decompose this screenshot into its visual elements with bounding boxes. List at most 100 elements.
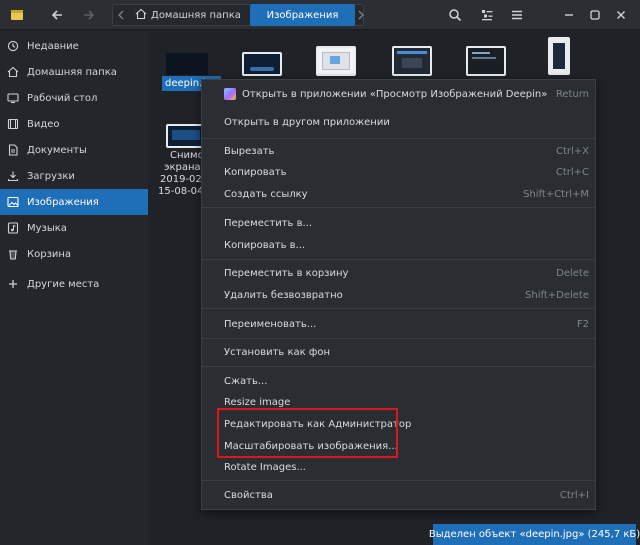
sidebar-item-label: Домашняя папка <box>27 66 117 78</box>
app-icon <box>6 4 28 26</box>
sidebar-item-recent[interactable]: Недавние <box>0 33 148 59</box>
image-icon <box>7 196 19 208</box>
file-thumbnail[interactable] <box>316 46 356 76</box>
menu-item-properties[interactable]: Свойства Ctrl+I <box>202 485 595 505</box>
close-icon[interactable] <box>610 4 632 26</box>
menu-item-open-other[interactable]: Открыть в другом приложении <box>202 112 595 132</box>
menu-item-shortcut: Ctrl+X <box>555 145 589 157</box>
title-bar: Домашняя папка Изображения <box>0 0 640 30</box>
sidebar-item-images[interactable]: Изображения <box>0 189 148 215</box>
sidebar-item-label: Видео <box>27 118 60 130</box>
minimize-icon[interactable] <box>558 4 580 26</box>
menu-item-copy-to[interactable]: Копировать в... <box>202 235 595 255</box>
status-bar: Выделен объект «deepin.jpg» (245,7 кБ) <box>429 524 640 545</box>
menu-item-move-to-trash[interactable]: Переместить в корзину Delete <box>202 263 595 283</box>
menu-item-label: Rotate Images... <box>224 461 306 473</box>
menu-item-move-to[interactable]: Переместить в... <box>202 213 595 233</box>
file-thumbnail[interactable] <box>548 37 570 75</box>
sidebar-item-documents[interactable]: Документы <box>0 137 148 163</box>
file-thumbnail[interactable] <box>242 52 282 76</box>
menu-item-label: Открыть в другом приложении <box>224 116 390 128</box>
menu-item-open-with-app[interactable]: Открыть в приложении «Просмотр Изображен… <box>202 84 595 104</box>
sidebar-item-label: Другие места <box>27 278 100 290</box>
chevron-right-icon[interactable] <box>357 5 365 25</box>
menu-item-delete-permanently[interactable]: Удалить безвозвратно Shift+Delete <box>202 285 595 305</box>
home-icon <box>7 66 19 78</box>
clock-icon <box>7 40 19 52</box>
menu-item-shortcut: Shift+Delete <box>525 289 589 301</box>
menu-icon[interactable] <box>506 4 528 26</box>
file-thumbnail[interactable] <box>166 124 206 148</box>
file-name-line: экрана <box>164 162 201 173</box>
sidebar-item-label: Документы <box>27 144 87 156</box>
back-arrow-icon[interactable] <box>46 4 68 26</box>
file-thumbnail[interactable] <box>392 46 432 76</box>
menu-item-label: Переместить в корзину <box>224 267 349 279</box>
file-thumbnail <box>166 53 208 75</box>
menu-item-rotate-images[interactable]: Rotate Images... <box>202 457 595 477</box>
menu-separator <box>202 138 595 139</box>
file-thumbnail[interactable] <box>466 46 506 76</box>
menu-item-label: Удалить безвозвратно <box>224 289 343 301</box>
breadcrumb-current[interactable]: Изображения <box>250 4 355 26</box>
sidebar-item-home[interactable]: Домашняя папка <box>0 59 148 85</box>
menu-separator <box>202 366 595 367</box>
breadcrumb: Домашняя папка Изображения <box>112 4 364 26</box>
menu-item-rename[interactable]: Переименовать... F2 <box>202 314 595 334</box>
menu-item-shortcut: Return <box>555 88 589 100</box>
menu-item-shortcut: Ctrl+C <box>555 166 589 178</box>
menu-item-label: Копировать <box>224 166 287 178</box>
sidebar-item-label: Корзина <box>27 248 72 260</box>
menu-item-label: Переименовать... <box>224 318 317 330</box>
menu-item-shortcut: F2 <box>576 318 589 330</box>
menu-separator <box>202 207 595 208</box>
sidebar-item-music[interactable]: Музыка <box>0 215 148 241</box>
sidebar-item-label: Изображения <box>27 196 99 208</box>
forward-arrow-icon[interactable] <box>78 4 100 26</box>
search-icon[interactable] <box>444 4 466 26</box>
menu-item-label: Переместить в... <box>224 217 313 229</box>
home-icon <box>135 8 147 23</box>
sidebar-item-label: Музыка <box>27 222 67 234</box>
sidebar-item-trash[interactable]: Корзина <box>0 241 148 267</box>
menu-separator <box>202 259 595 260</box>
menu-item-cut[interactable]: Вырезать Ctrl+X <box>202 141 595 161</box>
file-name-line: 2019-02- <box>160 174 206 185</box>
menu-item-label: Resize image <box>224 396 291 408</box>
menu-item-label: Сжать... <box>224 375 268 387</box>
menu-item-create-link[interactable]: Создать ссылку Shift+Ctrl+M <box>202 184 595 204</box>
sidebar-item-label: Рабочий стол <box>27 92 98 104</box>
menu-item-shortcut: Shift+Ctrl+M <box>523 188 589 200</box>
desktop-icon <box>7 92 19 104</box>
breadcrumb-home[interactable]: Домашняя папка <box>135 5 241 25</box>
maximize-icon[interactable] <box>584 4 606 26</box>
menu-separator <box>202 480 595 481</box>
highlight-box <box>217 408 398 458</box>
menu-item-label: Открыть в приложении «Просмотр Изображен… <box>242 88 548 100</box>
sidebar-item-downloads[interactable]: Загрузки <box>0 163 148 189</box>
menu-item-set-wallpaper[interactable]: Установить как фон <box>202 342 595 362</box>
menu-separator <box>202 338 595 339</box>
sidebar-item-other-locations[interactable]: Другие места <box>0 271 148 297</box>
chevron-left-icon[interactable] <box>113 5 129 25</box>
file-name-line: 15-08-04. <box>158 186 207 197</box>
view-options-icon[interactable] <box>476 4 498 26</box>
sidebar-item-video[interactable]: Видео <box>0 111 148 137</box>
menu-item-label: Копировать в... <box>224 239 306 251</box>
download-icon <box>7 170 19 182</box>
menu-item-shortcut: Ctrl+I <box>559 489 589 501</box>
file-item-deepin[interactable] <box>166 53 208 75</box>
video-icon <box>7 118 19 130</box>
sidebar: Недавние Домашняя папка Рабочий стол Вид… <box>0 31 148 545</box>
image-viewer-app-icon <box>224 88 236 100</box>
sidebar-item-label: Недавние <box>27 40 79 52</box>
document-icon <box>7 144 19 156</box>
menu-item-copy[interactable]: Копировать Ctrl+C <box>202 162 595 182</box>
menu-item-shortcut: Delete <box>556 267 589 279</box>
plus-icon <box>7 278 19 290</box>
menu-item-compress[interactable]: Сжать... <box>202 371 595 391</box>
trash-icon <box>7 248 19 260</box>
menu-item-label: Установить как фон <box>224 346 331 358</box>
menu-item-label: Свойства <box>224 489 273 501</box>
sidebar-item-desktop[interactable]: Рабочий стол <box>0 85 148 111</box>
